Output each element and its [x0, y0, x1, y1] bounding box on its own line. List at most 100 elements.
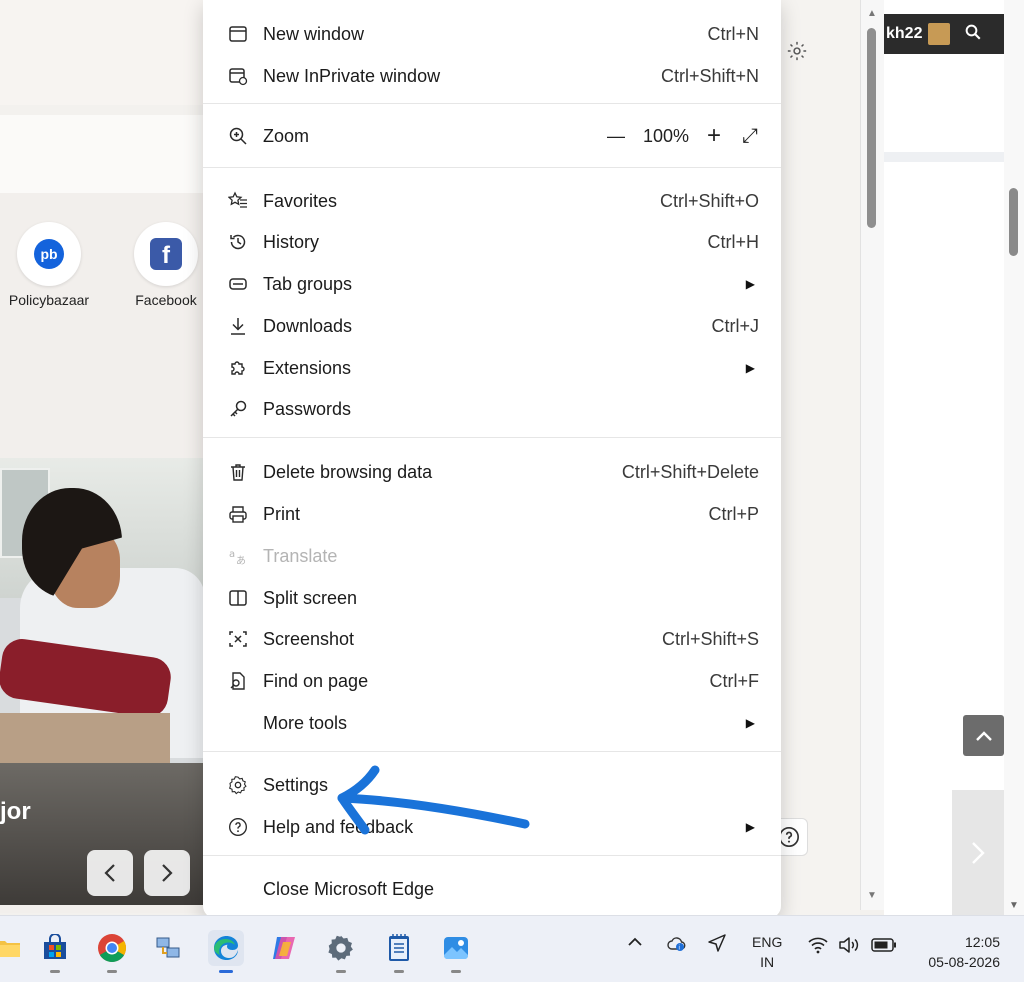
system-clock[interactable]: 12:05 05-08-2026 — [916, 932, 1000, 972]
zoom-out-button[interactable]: — — [605, 125, 627, 147]
menu-item-split-screen[interactable]: Split screen — [203, 578, 781, 618]
menu-item-passwords[interactable]: Passwords — [203, 389, 781, 429]
menu-divider — [203, 751, 781, 752]
shortcut-tile: pb — [17, 222, 81, 286]
shortcut-label: Policybazaar — [8, 292, 90, 308]
menu-item-tab-groups[interactable]: Tab groups ▶ — [203, 264, 781, 304]
file-explorer-taskbar-icon[interactable] — [0, 930, 26, 966]
scroll-down-arrow[interactable]: ▼ — [867, 890, 877, 901]
scrollbar-thumb[interactable] — [1009, 188, 1018, 256]
menu-item-downloads[interactable]: Downloads Ctrl+J — [203, 306, 781, 346]
menu-item-delete-browsing-data[interactable]: Delete browsing data Ctrl+Shift+Delete — [203, 452, 781, 492]
menu-item-find-on-page[interactable]: Find on page Ctrl+F — [203, 661, 781, 701]
volume-icon[interactable] — [838, 936, 860, 959]
weather-tray-icon[interactable]: i — [666, 934, 688, 957]
carousel-next-button[interactable] — [144, 850, 190, 896]
menu-item-extensions[interactable]: Extensions ▶ — [203, 348, 781, 388]
shortcut-policybazaar[interactable]: pb Policybazaar — [4, 222, 94, 308]
language-indicator[interactable]: ENG IN — [752, 932, 782, 972]
page-right-area — [780, 0, 860, 915]
menu-item-label: Help and feedback — [263, 816, 414, 837]
menu-divider — [203, 103, 781, 104]
menu-item-label: Close Microsoft Edge — [263, 878, 435, 899]
scroll-down-arrow[interactable]: ▼ — [1009, 900, 1019, 911]
menu-item-close-microsoft-edge[interactable]: Close Microsoft Edge — [203, 869, 781, 909]
submenu-arrow-icon: ▶ — [745, 277, 755, 291]
scroll-to-top-button[interactable] — [963, 715, 1004, 756]
full-screen-button[interactable]: ⤢ — [739, 125, 761, 147]
running-indicator — [394, 970, 404, 973]
menu-item-shortcut: Ctrl+Shift+S — [661, 628, 759, 649]
network-app-taskbar-icon[interactable] — [150, 930, 186, 966]
menu-item-label: Translate — [263, 545, 338, 566]
right-window-username: kh22 — [886, 25, 923, 42]
chevron-up-icon — [628, 937, 642, 946]
chevron-left-icon — [104, 864, 115, 882]
location-tray-icon[interactable] — [707, 933, 727, 958]
scrollbar-thumb[interactable] — [867, 28, 876, 228]
edge-settings-menu: New window Ctrl+N New InPrivate window C… — [203, 0, 781, 918]
menu-item-shortcut: Ctrl+F — [709, 670, 760, 691]
menu-item-label: Zoom — [263, 125, 310, 146]
carousel-prev-button[interactable] — [87, 850, 133, 896]
edge-taskbar-icon[interactable] — [208, 930, 244, 973]
photos-taskbar-icon[interactable] — [438, 930, 474, 973]
menu-divider — [203, 167, 781, 168]
copilot-taskbar-icon[interactable] — [266, 930, 302, 966]
menu-item-label: Downloads — [263, 315, 353, 336]
chrome-taskbar-icon[interactable] — [94, 930, 130, 973]
menu-item-label: New window — [263, 23, 365, 44]
trash-icon — [231, 464, 245, 481]
menu-item-new-window[interactable]: New window Ctrl+N — [203, 14, 781, 54]
scroll-up-arrow[interactable]: ▲ — [867, 8, 877, 19]
shortcut-facebook[interactable]: f Facebook — [121, 222, 211, 308]
notepad-taskbar-icon[interactable] — [381, 930, 417, 973]
menu-item-label: New InPrivate window — [263, 65, 441, 86]
menu-item-label: Print — [263, 503, 301, 524]
menu-item-label: Settings — [263, 774, 329, 795]
menu-item-favorites[interactable]: Favorites Ctrl+Shift+O — [203, 181, 781, 221]
menu-item-label: Tab groups — [263, 273, 353, 294]
shortcut-label: Facebook — [135, 292, 197, 308]
menu-item-help-and-feedback[interactable]: Help and feedback ▶ — [203, 807, 781, 847]
avatar — [928, 23, 951, 45]
submenu-arrow-icon: ▶ — [745, 820, 755, 834]
tab-groups-icon — [229, 278, 247, 290]
menu-item-label: Passwords — [263, 398, 352, 419]
right-window-scrollbar[interactable]: ▼ — [1004, 0, 1024, 915]
running-indicator — [336, 970, 346, 973]
wifi-icon[interactable] — [807, 936, 829, 959]
hero-caption: jor — [0, 798, 31, 825]
settings-taskbar-icon[interactable] — [323, 930, 359, 973]
screenshot-icon — [229, 631, 247, 647]
window-icon — [229, 26, 247, 42]
submenu-arrow-icon: ▶ — [745, 716, 755, 730]
gear-icon — [229, 776, 247, 795]
right-next-button[interactable] — [952, 790, 1004, 915]
running-indicator — [50, 970, 60, 973]
menu-item-screenshot[interactable]: Screenshot Ctrl+Shift+S — [203, 619, 781, 659]
menu-item-new-inprivate-window[interactable]: New InPrivate window Ctrl+Shift+N — [203, 56, 781, 96]
svg-text:あ: あ — [236, 555, 246, 566]
microsoft-store-taskbar-icon[interactable] — [37, 930, 73, 973]
svg-text:a: a — [229, 549, 235, 560]
menu-item-more-tools[interactable]: More tools ▶ — [203, 703, 781, 743]
menu-item-print[interactable]: Print Ctrl+P — [203, 494, 781, 534]
news-hero-image[interactable]: jor — [0, 458, 205, 905]
zoom-icon — [229, 127, 247, 145]
browser-scrollbar[interactable]: ▲ ▼ — [860, 0, 884, 910]
battery-icon[interactable] — [871, 938, 897, 957]
search-icon[interactable] — [964, 23, 982, 46]
menu-item-label: History — [263, 231, 320, 252]
key-icon — [230, 400, 247, 417]
show-hidden-icons-button[interactable] — [627, 934, 643, 955]
search-area — [0, 115, 210, 193]
page-settings-icon[interactable] — [786, 40, 808, 62]
menu-item-shortcut: Ctrl+H — [707, 231, 759, 252]
zoom-in-button[interactable]: + — [703, 122, 725, 149]
clock-time: 12:05 — [964, 934, 1000, 950]
menu-item-history[interactable]: History Ctrl+H — [203, 222, 781, 262]
menu-item-settings[interactable]: Settings — [203, 765, 781, 805]
menu-divider — [203, 855, 781, 856]
running-indicator — [107, 970, 117, 973]
